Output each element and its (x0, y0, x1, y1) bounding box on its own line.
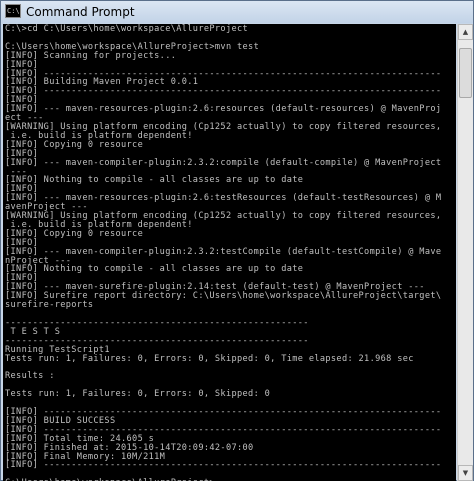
console-line: [WARNING] Using platform encoding (Cp125… (5, 211, 442, 230)
console-line: [INFO] --- maven-resources-plugin:2.6:re… (5, 104, 442, 124)
terminal-icon[interactable]: C:\ (5, 4, 21, 18)
console-output-area[interactable]: C:\>cd C:\Users\home\workspace\AllurePro… (3, 24, 456, 481)
scroll-up-button[interactable]: ▲ (458, 24, 473, 40)
console-line: [INFO] --- maven-resources-plugin:2.6:te… (5, 193, 442, 213)
console-text: C:\>cd C:\Users\home\workspace\AllurePro… (3, 24, 456, 481)
command-prompt-window: C:\ Command Prompt C:\>cd C:\Users\home\… (0, 0, 474, 481)
title-bar[interactable]: C:\ Command Prompt (1, 1, 473, 23)
console-line: C:\>cd C:\Users\home\workspace\AllurePro… (5, 24, 249, 34)
window-title: Command Prompt (26, 5, 135, 19)
console-line: [INFO] --- maven-compiler-plugin:2.3.2:c… (5, 157, 442, 177)
console-line: [INFO] Nothing to compile - all classes … (5, 264, 304, 275)
console-line: [INFO] ---------------------------------… (5, 460, 442, 471)
scroll-thumb[interactable] (459, 48, 472, 98)
console-line: Tests run: 1, Failures: 0, Errors: 0, Sk… (5, 389, 271, 400)
console-line: [INFO] Surefire report directory: C:\Use… (5, 291, 442, 311)
scroll-down-button[interactable]: ▼ (458, 465, 473, 481)
console-line: [INFO] ---------------------------------… (5, 86, 442, 97)
console-line: [INFO] --- maven-compiler-plugin:2.3.2:t… (5, 246, 442, 266)
console-line: [INFO] Nothing to compile - all classes … (5, 175, 304, 186)
vertical-scrollbar[interactable]: ▲ ▼ (457, 24, 473, 481)
console-line: [WARNING] Using platform encoding (Cp125… (5, 121, 442, 141)
console-line: Results : (5, 371, 55, 382)
console-line: Tests run: 1, Failures: 0, Errors: 0, Sk… (5, 353, 414, 364)
